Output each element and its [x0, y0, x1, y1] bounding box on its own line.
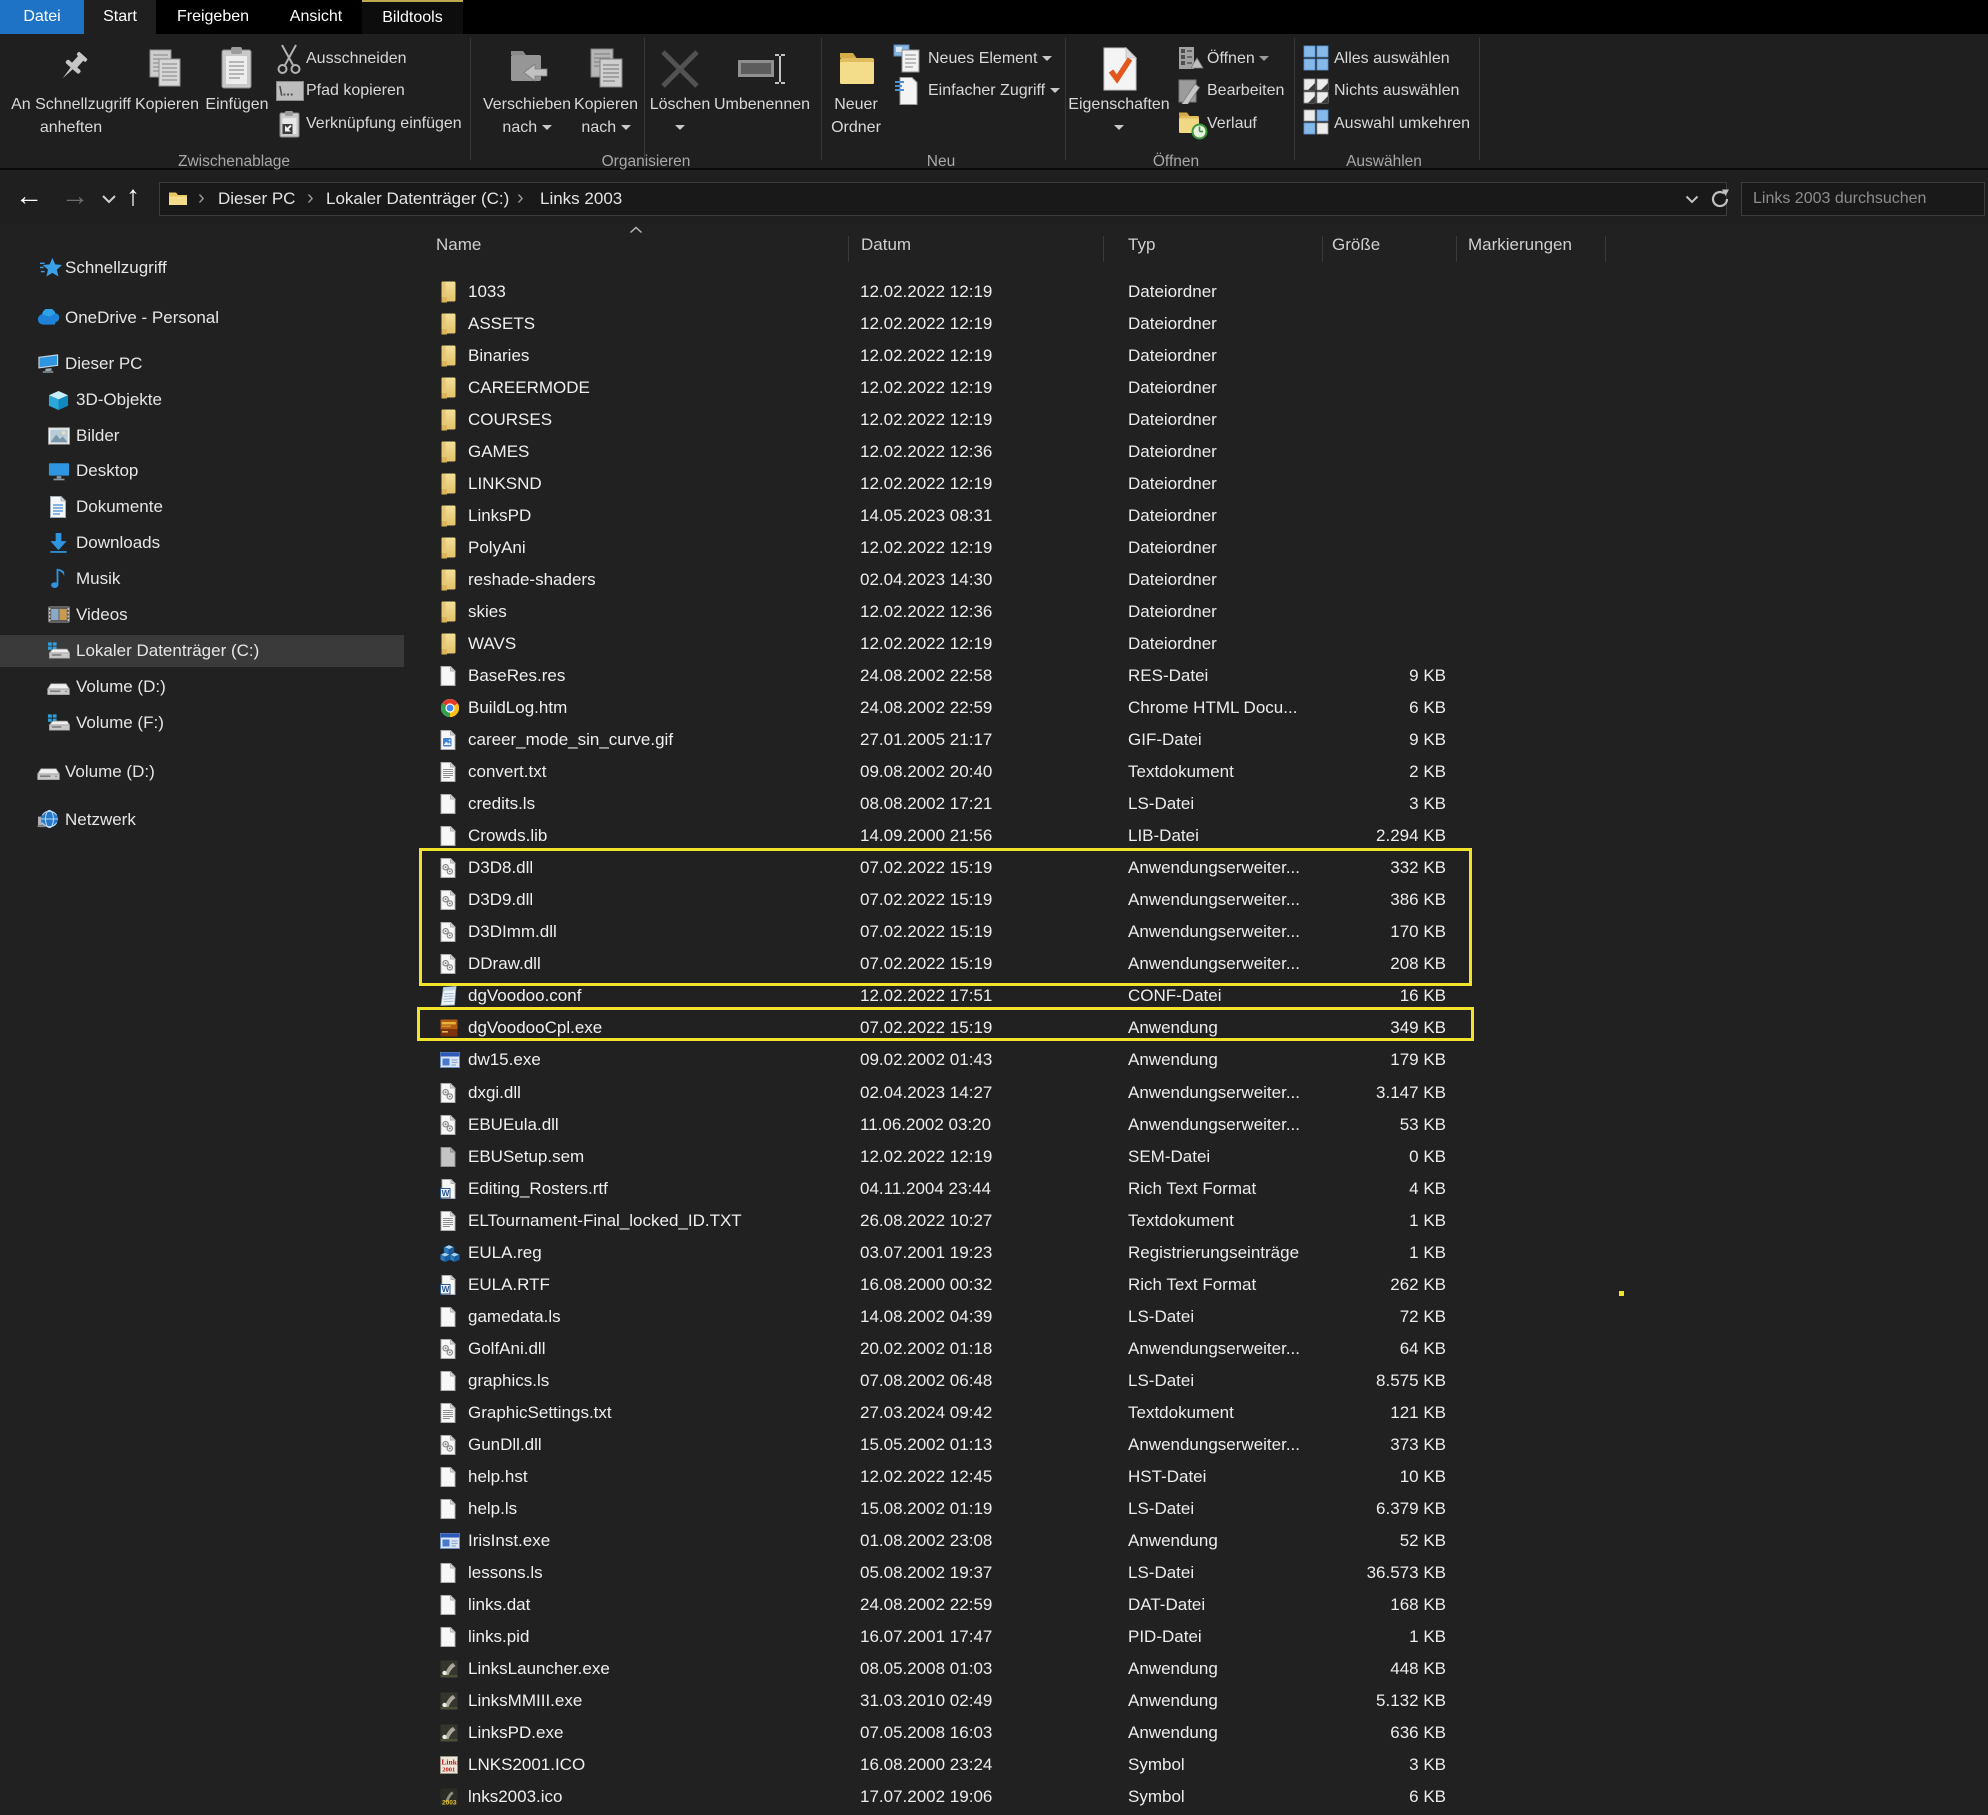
svg-text:\...: \...: [279, 84, 293, 99]
